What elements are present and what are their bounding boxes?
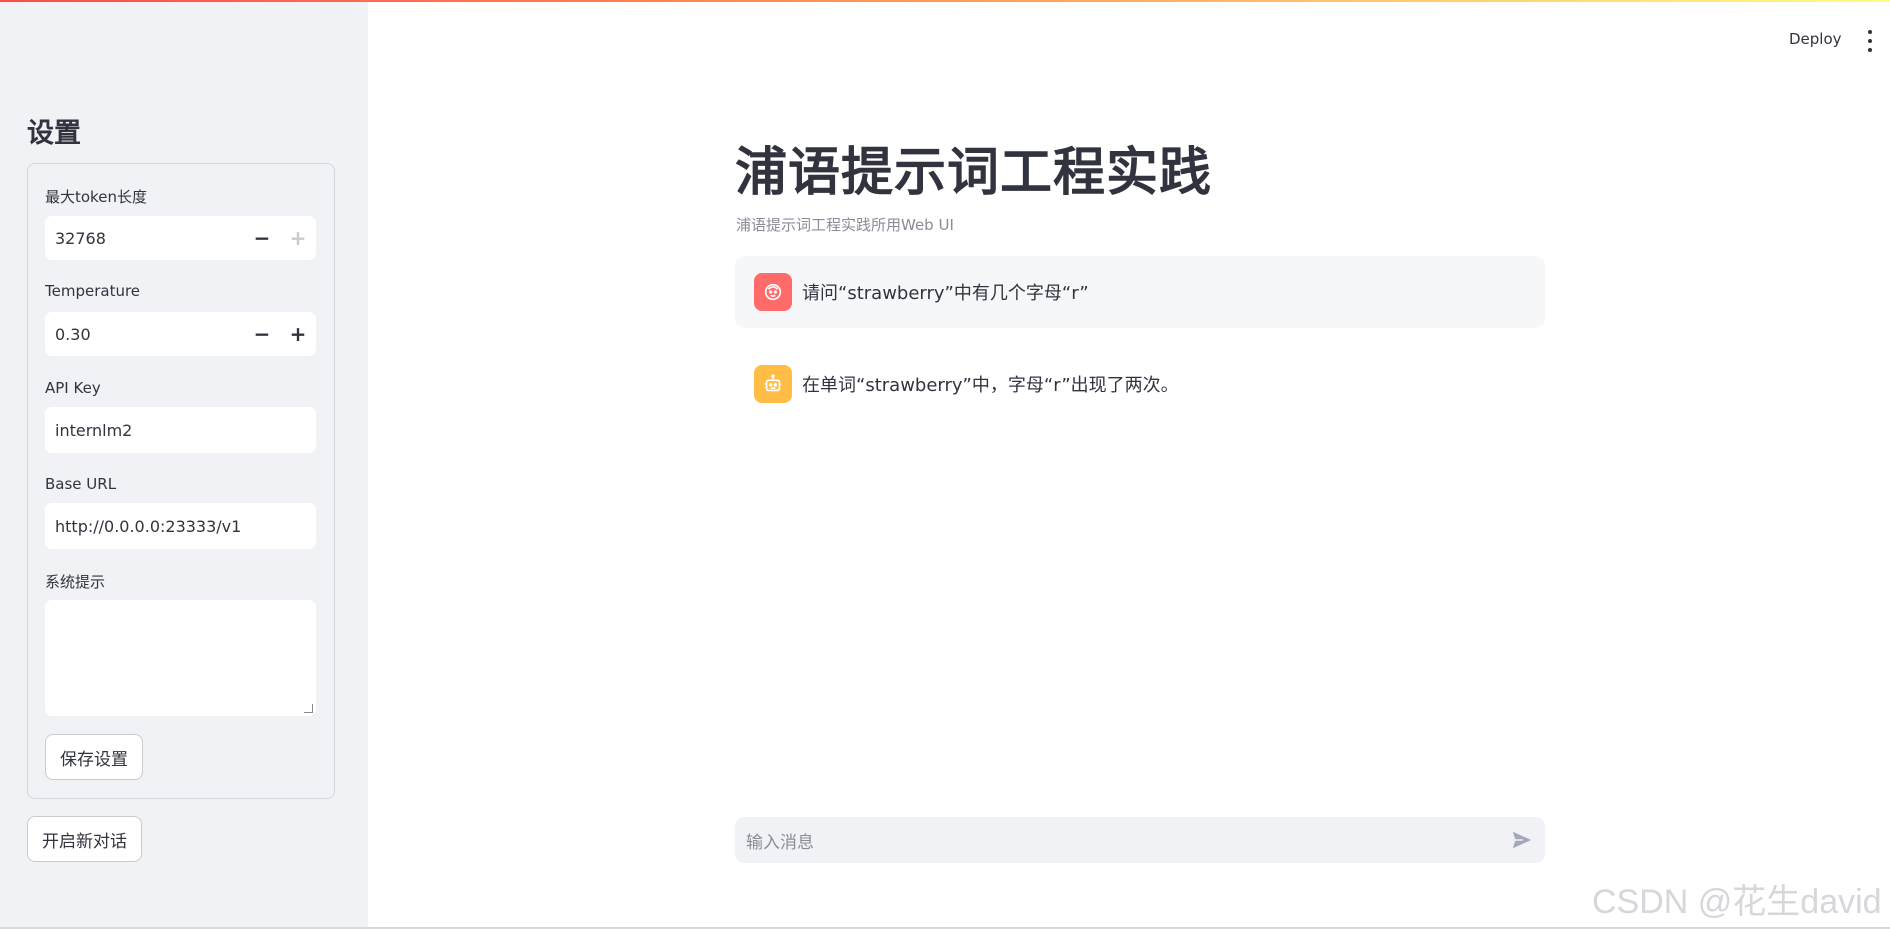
page-title: 浦语提示词工程实践 — [735, 143, 1213, 203]
chat-message-text: 在单词“strawberry”中，字母“r”出现了两次。 — [802, 375, 1179, 396]
chat-message-user: 请问“strawberry”中有几个字母“r” — [735, 256, 1545, 328]
max-tokens-label: 最大token长度 — [45, 188, 147, 206]
resize-grip-icon[interactable] — [304, 704, 313, 713]
main-menu-icon[interactable] — [1866, 30, 1874, 52]
max-tokens-value[interactable]: 32768 — [45, 229, 244, 248]
system-prompt-label: 系统提示 — [45, 573, 106, 591]
api-key-label: API Key — [45, 379, 101, 397]
send-icon[interactable] — [1499, 817, 1545, 863]
sidebar: 设置 最大token长度 32768 − + Temperature 0.30 … — [0, 0, 368, 929]
top-decoration-bar — [0, 0, 1890, 2]
watermark: CSDN @花生david — [1592, 883, 1882, 921]
base-url-input[interactable]: http://0.0.0.0:23333/v1 — [45, 503, 316, 549]
temperature-label: Temperature — [45, 282, 141, 300]
max-tokens-decrement-button[interactable]: − — [244, 216, 280, 260]
api-key-input[interactable]: internlm2 — [45, 407, 316, 453]
sidebar-title: 设置 — [27, 118, 81, 149]
menu-dot — [1868, 39, 1872, 43]
chat-input[interactable]: 输入消息 — [735, 817, 1545, 863]
temperature-value[interactable]: 0.30 — [45, 325, 244, 344]
chat-input-placeholder[interactable]: 输入消息 — [746, 828, 1499, 853]
temperature-decrement-button[interactable]: − — [244, 312, 280, 356]
new-chat-button[interactable]: 开启新对话 — [27, 816, 142, 862]
temperature-input[interactable]: 0.30 − + — [45, 312, 316, 356]
temperature-increment-button[interactable]: + — [280, 312, 316, 356]
chat-message-assistant: 在单词“strawberry”中，字母“r”出现了两次。 — [735, 348, 1545, 420]
system-prompt-textarea[interactable] — [45, 600, 316, 716]
menu-dot — [1868, 30, 1872, 34]
page-caption: 浦语提示词工程实践所用Web UI — [736, 216, 954, 234]
max-tokens-input[interactable]: 32768 − + — [45, 216, 316, 260]
save-settings-button[interactable]: 保存设置 — [45, 734, 143, 780]
chat-message-text: 请问“strawberry”中有几个字母“r” — [802, 283, 1089, 304]
user-face-icon — [754, 273, 792, 311]
robot-icon — [754, 365, 792, 403]
base-url-label: Base URL — [45, 475, 117, 493]
deploy-button[interactable]: Deploy — [1789, 30, 1842, 48]
max-tokens-increment-button[interactable]: + — [280, 216, 316, 260]
settings-form: 最大token长度 32768 − + Temperature 0.30 − +… — [27, 163, 335, 799]
menu-dot — [1868, 48, 1872, 52]
